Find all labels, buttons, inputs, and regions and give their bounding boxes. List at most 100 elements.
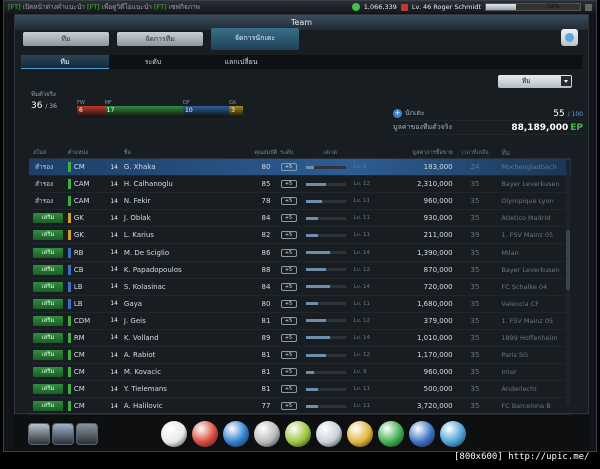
player-name: K. Papadopoulos [123,265,182,274]
table-row[interactable]: เสริม LB 14 S. Kolasinac 84 +5 Lv. 14 720,000 35… [29,279,571,296]
grade-button[interactable]: +5 [280,197,297,206]
list-icon[interactable] [52,423,74,445]
header-remaining[interactable]: เวลาที่เหลือ [457,148,494,158]
status-badge[interactable]: เสริม [33,367,63,378]
grade-button[interactable]: +5 [280,351,297,360]
header-club[interactable]: ทีม [493,148,571,158]
grade-button[interactable]: +5 [280,333,297,342]
subtab-level[interactable]: ระดับ [109,55,197,69]
ticker-text: เพื่อดูวิดีโอแนะนำ [101,3,152,11]
status-badge[interactable]: เสริม [33,350,63,361]
lineup-total: / 36 [45,103,57,110]
level-progress-bar [305,336,346,340]
grade-button[interactable]: +5 [280,265,297,274]
pyramid-icon[interactable] [285,421,311,447]
subtab-trade[interactable]: แลกเปลี่ยน [197,55,285,69]
table-row[interactable]: เสริม CM 14 A. Halilovic 77 +5 Lv. 11 3,720,000… [29,398,571,416]
header-price[interactable]: มูลค่าการซื้อขาย [395,148,457,158]
status-badge[interactable]: เสริม [33,315,63,326]
grade-button[interactable]: +5 [280,299,297,308]
status-badge[interactable]: เสริม [33,332,63,343]
level-progress-bar [305,199,346,203]
table-row[interactable]: เสริม RM 14 K. Volland 89 +5 Lv. 14 1,010,000 35… [29,330,571,348]
position-label-gk: GK [229,100,237,106]
table-row[interactable]: เสริม CDM 14 J. Geis 81 +5 Lv. 12 379,000 35 1. F… [29,313,571,330]
player-remaining: 35 [470,180,480,189]
status-badge[interactable]: เสริม [33,247,63,258]
table-row[interactable]: เสริม RB 14 M. De Sciglio 86 +5 Lv. 14 1,390,00… [29,244,571,262]
team-filter-select[interactable]: ทีม [498,75,572,88]
table-row[interactable]: เสริม CM 14 Y. Tielemans 81 +5 Lv. 11 500,000 35… [29,381,571,399]
table-row[interactable]: สำรอง CM 14 G. Xhaka 80 +5 Lv. 9 183,000 24 Moche… [29,159,571,177]
status-badge[interactable]: เสริม [33,264,63,275]
table-row[interactable]: เสริม LB 14 Gaya 80 +5 Lv. 11 1,680,000 35 Valenc… [29,296,571,313]
grade-button[interactable]: +5 [280,368,297,377]
add-icon[interactable]: + [393,109,402,118]
status-badge[interactable]: เสริม [33,281,63,292]
tab-manage-players[interactable]: จัดการนักเตะ [211,28,299,50]
grade-button[interactable]: +5 [280,214,297,223]
pen-icon[interactable] [409,421,435,447]
player-level: Lv. 11 [353,232,371,239]
mail-icon[interactable] [76,423,98,445]
scrollbar-thumb[interactable] [566,230,570,290]
table-row[interactable]: เสริม CM 14 A. Rabiot 81 +5 Lv. 12 1,170,000 35 P… [29,347,571,365]
player-price: 211,000 [423,231,453,240]
header-overall[interactable]: คุณสมบัติ [251,148,280,158]
table-row[interactable]: เสริม CB 14 K. Papadopoulos 88 +5 Lv. 12 870,00… [29,262,571,279]
level-progress-fill [305,336,330,340]
grade-button[interactable]: +5 [280,402,297,411]
chip-icon[interactable] [378,421,404,447]
status-badge[interactable]: เสริม [33,384,63,395]
header-position[interactable]: ตำแหน่ง [68,148,111,158]
home-button[interactable] [561,29,578,46]
book-icon[interactable] [316,421,342,447]
player-club: Valencia CF [501,299,539,308]
cart-icon[interactable] [440,421,466,447]
profile-icon[interactable] [28,423,50,445]
grade-button[interactable]: +5 [280,316,297,325]
grade-button[interactable]: +5 [280,231,297,240]
player-name: J. Geis [123,316,146,325]
trophy-icon[interactable] [254,421,280,447]
table-row[interactable]: เสริม GK 14 J. Oblak 84 +5 Lv. 11 930,000 35 Atle… [29,210,571,228]
grade-button[interactable]: +5 [280,282,297,291]
ball-icon[interactable] [192,421,218,447]
grade-button[interactable]: +5 [280,248,297,257]
status-badge[interactable]: เสริม [33,213,63,224]
status-badge[interactable]: เสริม [33,230,63,241]
header-name[interactable]: ชื่อ [124,148,251,158]
game-window: [FT] เปิดหน้าต่างคำแนะนำ [FT] เพื่อดูวิด… [3,0,597,452]
grade-button[interactable]: +5 [280,385,297,394]
header-status[interactable]: สโมส [29,148,68,158]
medal-icon[interactable] [347,421,373,447]
player-remaining: 35 [470,402,480,411]
season-icon: 14 [110,283,118,291]
table-row[interactable]: สำรอง CAM 14 H. Calhanoglu 85 +5 Lv. 12 2,310,0… [29,176,571,194]
grade-button[interactable]: +5 [280,180,297,189]
position-label-fw: FW [77,100,85,106]
level-progress-bar [305,182,346,186]
table-row[interactable]: เสริม GK 14 L. Karius 82 +5 Lv. 11 211,000 39 1. … [29,227,571,245]
header-level[interactable]: เลเวล [305,148,394,158]
scrollbar[interactable] [566,160,570,405]
subtab-team[interactable]: ทีม [21,55,109,69]
grade-button[interactable]: +5 [280,163,297,172]
header-grade[interactable]: ระดับ [280,148,305,158]
tab-manage-team[interactable]: จัดการทีม [117,32,203,46]
player-name: J. Oblak [123,214,151,223]
minimize-icon[interactable] [585,3,592,11]
chevron-down-icon[interactable] [561,76,571,86]
player-level: Lv. 11 [353,386,371,393]
ticker-text: เปิดหน้าต่างคำแนะนำ [22,3,85,11]
status-badge[interactable]: เสริม [33,401,63,412]
exp-progress-fill [486,4,517,10]
season-icon: 14 [110,266,118,274]
table-row[interactable]: เสริม CM 14 M. Kovacic 81 +5 Lv. 9 960,000 35 Int… [29,364,571,382]
shoe-icon[interactable] [223,421,249,447]
tab-team[interactable]: ทีม [23,32,109,46]
player-club: Bayer Leverkusen [501,180,560,189]
boot-icon[interactable] [161,421,187,447]
table-row[interactable]: สำรอง CAM 14 N. Fekir 78 +5 Lv. 11 960,000 35 Oly… [29,193,571,211]
status-badge[interactable]: เสริม [33,298,63,309]
